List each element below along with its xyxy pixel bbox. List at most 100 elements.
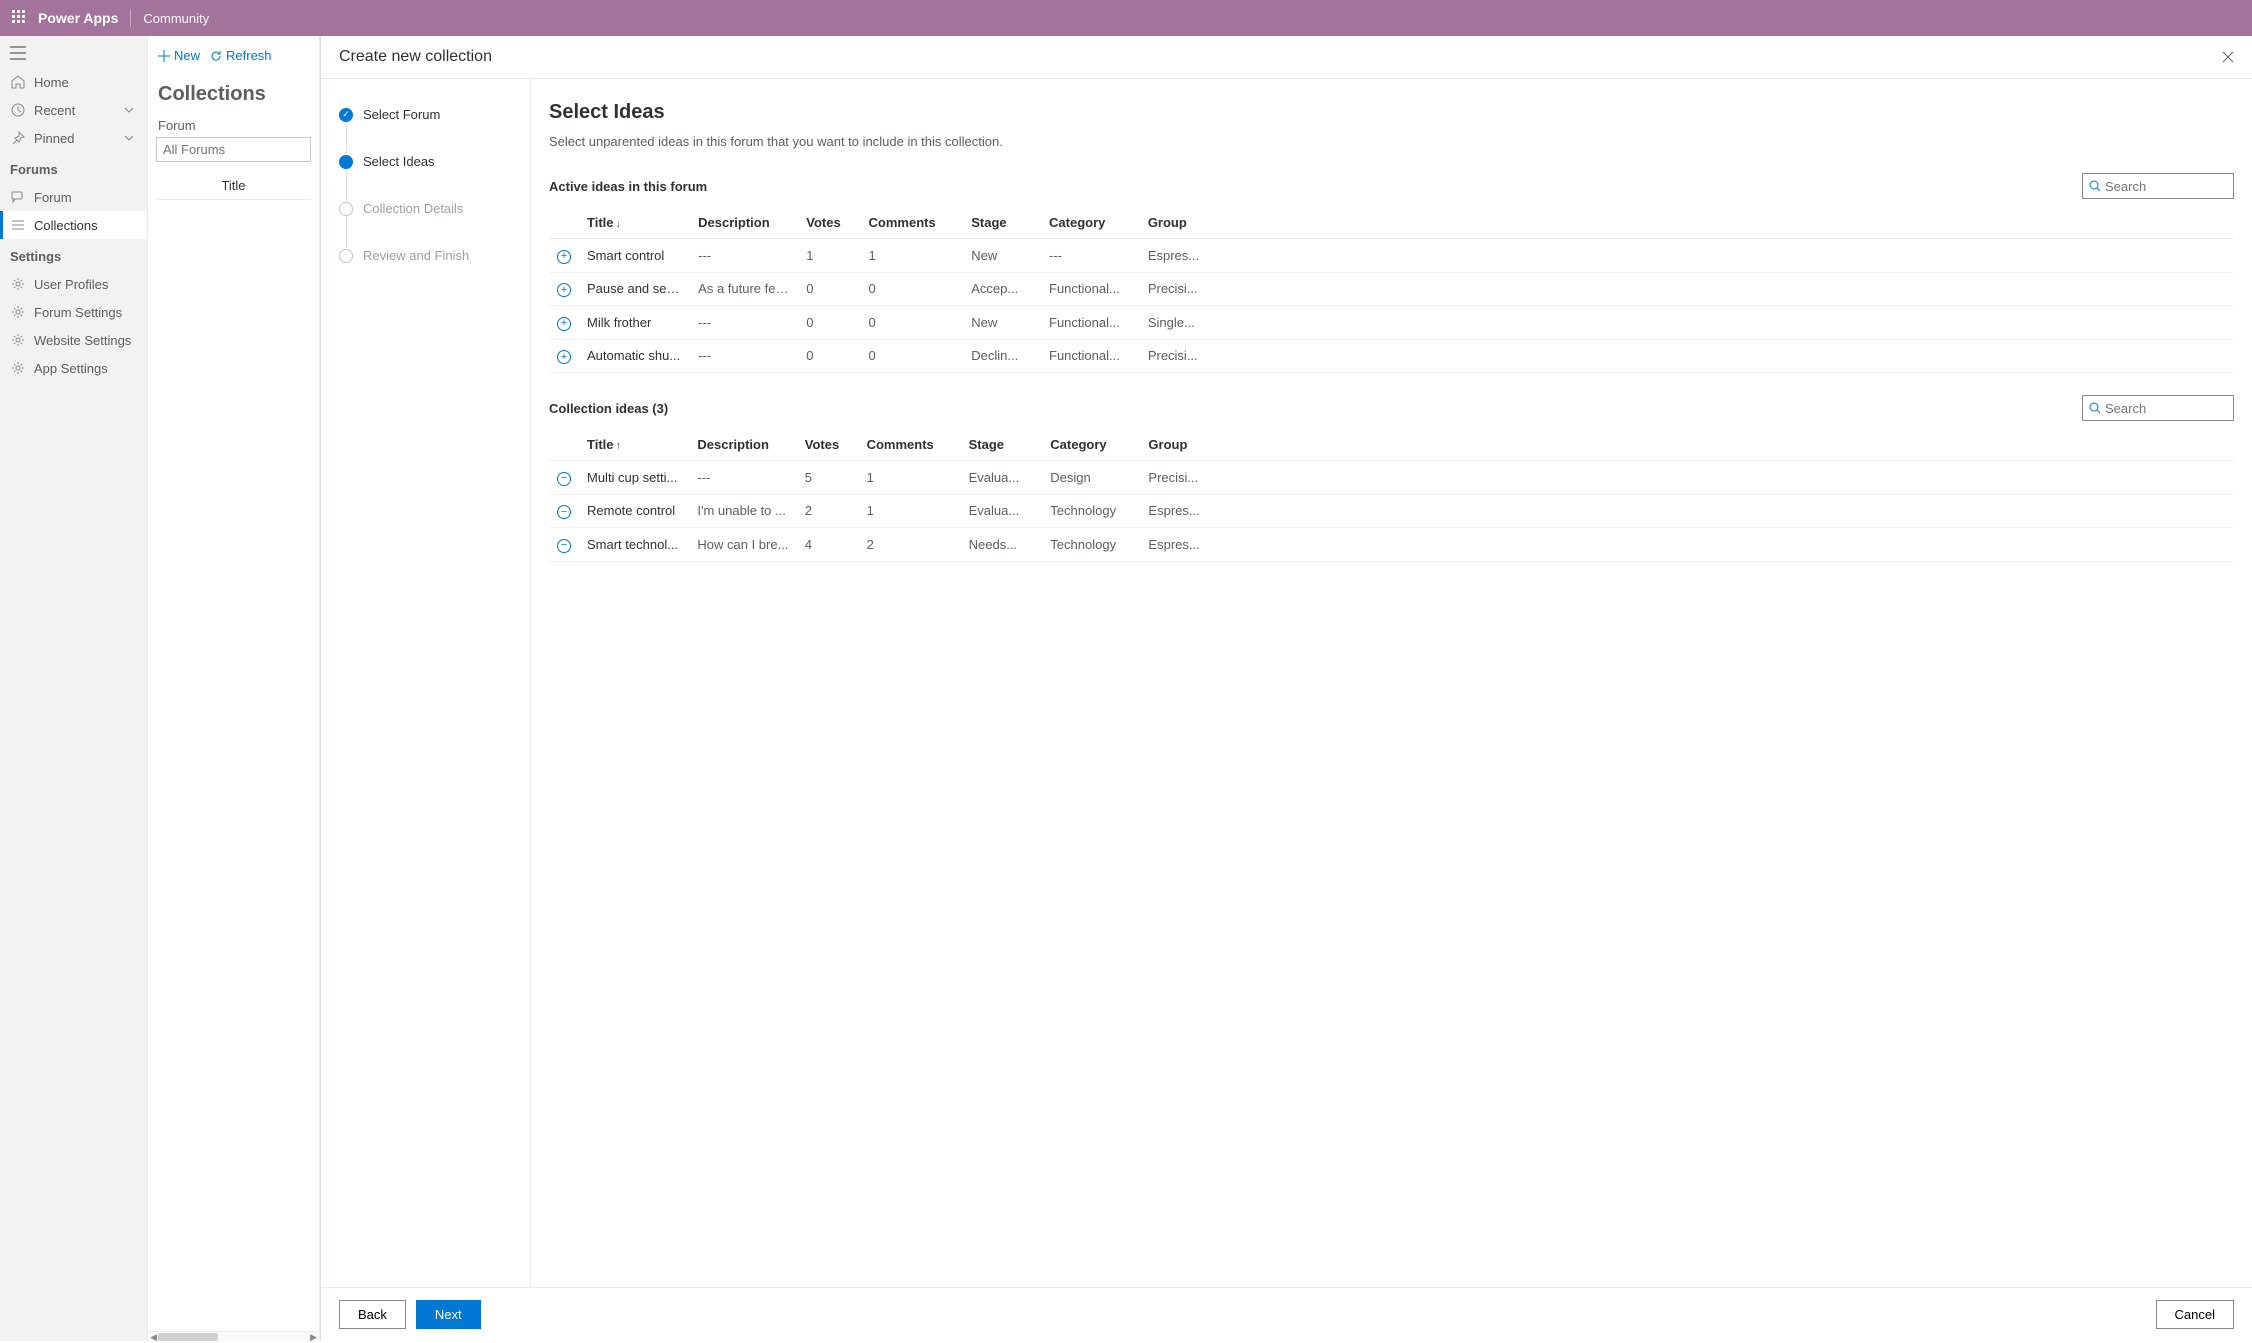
search-icon [2089, 180, 2101, 192]
add-idea-button[interactable]: + [557, 350, 571, 364]
step-label: Review and Finish [363, 248, 469, 263]
cell-votes: 0 [798, 339, 860, 373]
col-description[interactable]: Description [690, 205, 798, 239]
table-row[interactable]: +Milk frother---00NewFunctional...Single… [549, 306, 2234, 340]
col-votes[interactable]: Votes [797, 427, 859, 461]
table-row[interactable]: +Pause and serveAs a future fea...00Acce… [549, 272, 2234, 306]
cell-description: I'm unable to ... [689, 494, 796, 528]
refresh-button[interactable]: Refresh [210, 48, 272, 63]
step-review-finish[interactable]: Review and Finish [339, 248, 512, 263]
add-idea-button[interactable]: + [557, 317, 571, 331]
cell-description: As a future fea... [690, 272, 798, 306]
sort-down-icon: ↓ [616, 218, 622, 230]
search-icon [2089, 402, 2101, 414]
cell-category: --- [1041, 239, 1140, 273]
back-button[interactable]: Back [339, 1300, 406, 1329]
modal-title: Create new collection [339, 48, 492, 66]
close-button[interactable] [2222, 51, 2234, 63]
collection-search-input[interactable] [2105, 401, 2227, 416]
remove-idea-button[interactable]: − [557, 539, 571, 553]
col-category[interactable]: Category [1042, 427, 1140, 461]
clock-icon [10, 102, 26, 118]
nav-collections-label: Collections [34, 218, 98, 233]
remove-idea-button[interactable]: − [557, 505, 571, 519]
col-group[interactable]: Group [1140, 205, 1223, 239]
cell-votes: 0 [798, 272, 860, 306]
nav-app-settings[interactable]: App Settings [0, 354, 147, 382]
step-collection-details[interactable]: Collection Details [339, 201, 512, 248]
scroll-right-icon[interactable]: ▶ [308, 1332, 319, 1343]
nav-home[interactable]: Home [0, 68, 147, 96]
add-idea-button[interactable]: + [557, 283, 571, 297]
cell-group: Espres... [1140, 494, 1223, 528]
cell-category: Functional... [1041, 306, 1140, 340]
table-row[interactable]: −Multi cup setti...---51Evalua...DesignP… [549, 461, 2234, 495]
cell-votes: 2 [797, 494, 859, 528]
nav-forum-label: Forum [34, 190, 72, 205]
nav-forum[interactable]: Forum [0, 183, 147, 211]
col-title[interactable]: Title↑ [579, 427, 689, 461]
nav-collections[interactable]: Collections [0, 211, 147, 239]
active-search[interactable] [2082, 173, 2234, 199]
nav-website-settings-label: Website Settings [34, 333, 131, 348]
mid-col-title[interactable]: Title [156, 162, 311, 200]
nav-website-settings[interactable]: Website Settings [0, 326, 147, 354]
cell-comments: 1 [861, 239, 964, 273]
col-votes[interactable]: Votes [798, 205, 860, 239]
col-title[interactable]: Title↓ [579, 205, 690, 239]
cell-title: Automatic shu... [579, 339, 690, 373]
gear-icon [10, 360, 26, 376]
cell-category: Design [1042, 461, 1140, 495]
community-label: Community [143, 11, 209, 26]
nav-home-label: Home [34, 75, 69, 90]
table-row[interactable]: +Automatic shu...---00Declin...Functiona… [549, 339, 2234, 373]
cell-category: Technology [1042, 528, 1140, 562]
col-group[interactable]: Group [1140, 427, 1223, 461]
chevron-down-icon [121, 102, 137, 118]
nav-recent[interactable]: Recent [0, 96, 147, 124]
new-button[interactable]: New [158, 48, 200, 63]
table-row[interactable]: −Smart technol...How can I bre...42Needs… [549, 528, 2234, 562]
modal-footer: Back Next Cancel [321, 1287, 2252, 1341]
horizontal-scrollbar[interactable]: ◀ ▶ [148, 1331, 319, 1341]
col-stage[interactable]: Stage [961, 427, 1043, 461]
mid-forum-label: Forum [156, 118, 311, 137]
new-label: New [174, 48, 200, 63]
nav-user-profiles[interactable]: User Profiles [0, 270, 147, 298]
add-idea-button[interactable]: + [557, 250, 571, 264]
content-heading: Select Ideas [549, 101, 2234, 124]
col-category[interactable]: Category [1041, 205, 1140, 239]
table-row[interactable]: −Remote controlI'm unable to ...21Evalua… [549, 494, 2234, 528]
cell-title: Pause and serve [579, 272, 690, 306]
cell-category: Functional... [1041, 339, 1140, 373]
pin-icon [10, 130, 26, 146]
cell-title: Smart control [579, 239, 690, 273]
col-comments[interactable]: Comments [861, 205, 964, 239]
active-search-input[interactable] [2105, 179, 2227, 194]
step-select-ideas[interactable]: Select Ideas [339, 154, 512, 201]
col-description[interactable]: Description [689, 427, 796, 461]
col-comments[interactable]: Comments [859, 427, 961, 461]
nav-pinned[interactable]: Pinned [0, 124, 147, 152]
forum-select[interactable] [156, 137, 311, 162]
cell-group: Espres... [1140, 528, 1223, 562]
cell-stage: New [963, 306, 1041, 340]
collection-search[interactable] [2082, 395, 2234, 421]
remove-idea-button[interactable]: − [557, 472, 571, 486]
gear-icon [10, 276, 26, 292]
cell-group: Precisi... [1140, 339, 1223, 373]
step-select-forum[interactable]: Select Forum [339, 107, 512, 154]
nav-forum-settings[interactable]: Forum Settings [0, 298, 147, 326]
step-future-icon [339, 202, 353, 216]
hamburger-button[interactable] [0, 36, 147, 68]
plus-icon [158, 50, 170, 62]
cancel-button[interactable]: Cancel [2156, 1300, 2234, 1329]
cell-category: Technology [1042, 494, 1140, 528]
table-row[interactable]: +Smart control---11New---Espres... [549, 239, 2234, 273]
col-stage[interactable]: Stage [963, 205, 1041, 239]
scrollbar-thumb[interactable] [158, 1333, 218, 1341]
mid-pane: New Refresh Collections Forum Title ◀ ▶ [148, 36, 320, 1341]
waffle-icon[interactable] [12, 10, 28, 26]
next-button[interactable]: Next [416, 1300, 481, 1329]
active-ideas-table: Title↓ Description Votes Comments Stage … [549, 205, 2234, 373]
